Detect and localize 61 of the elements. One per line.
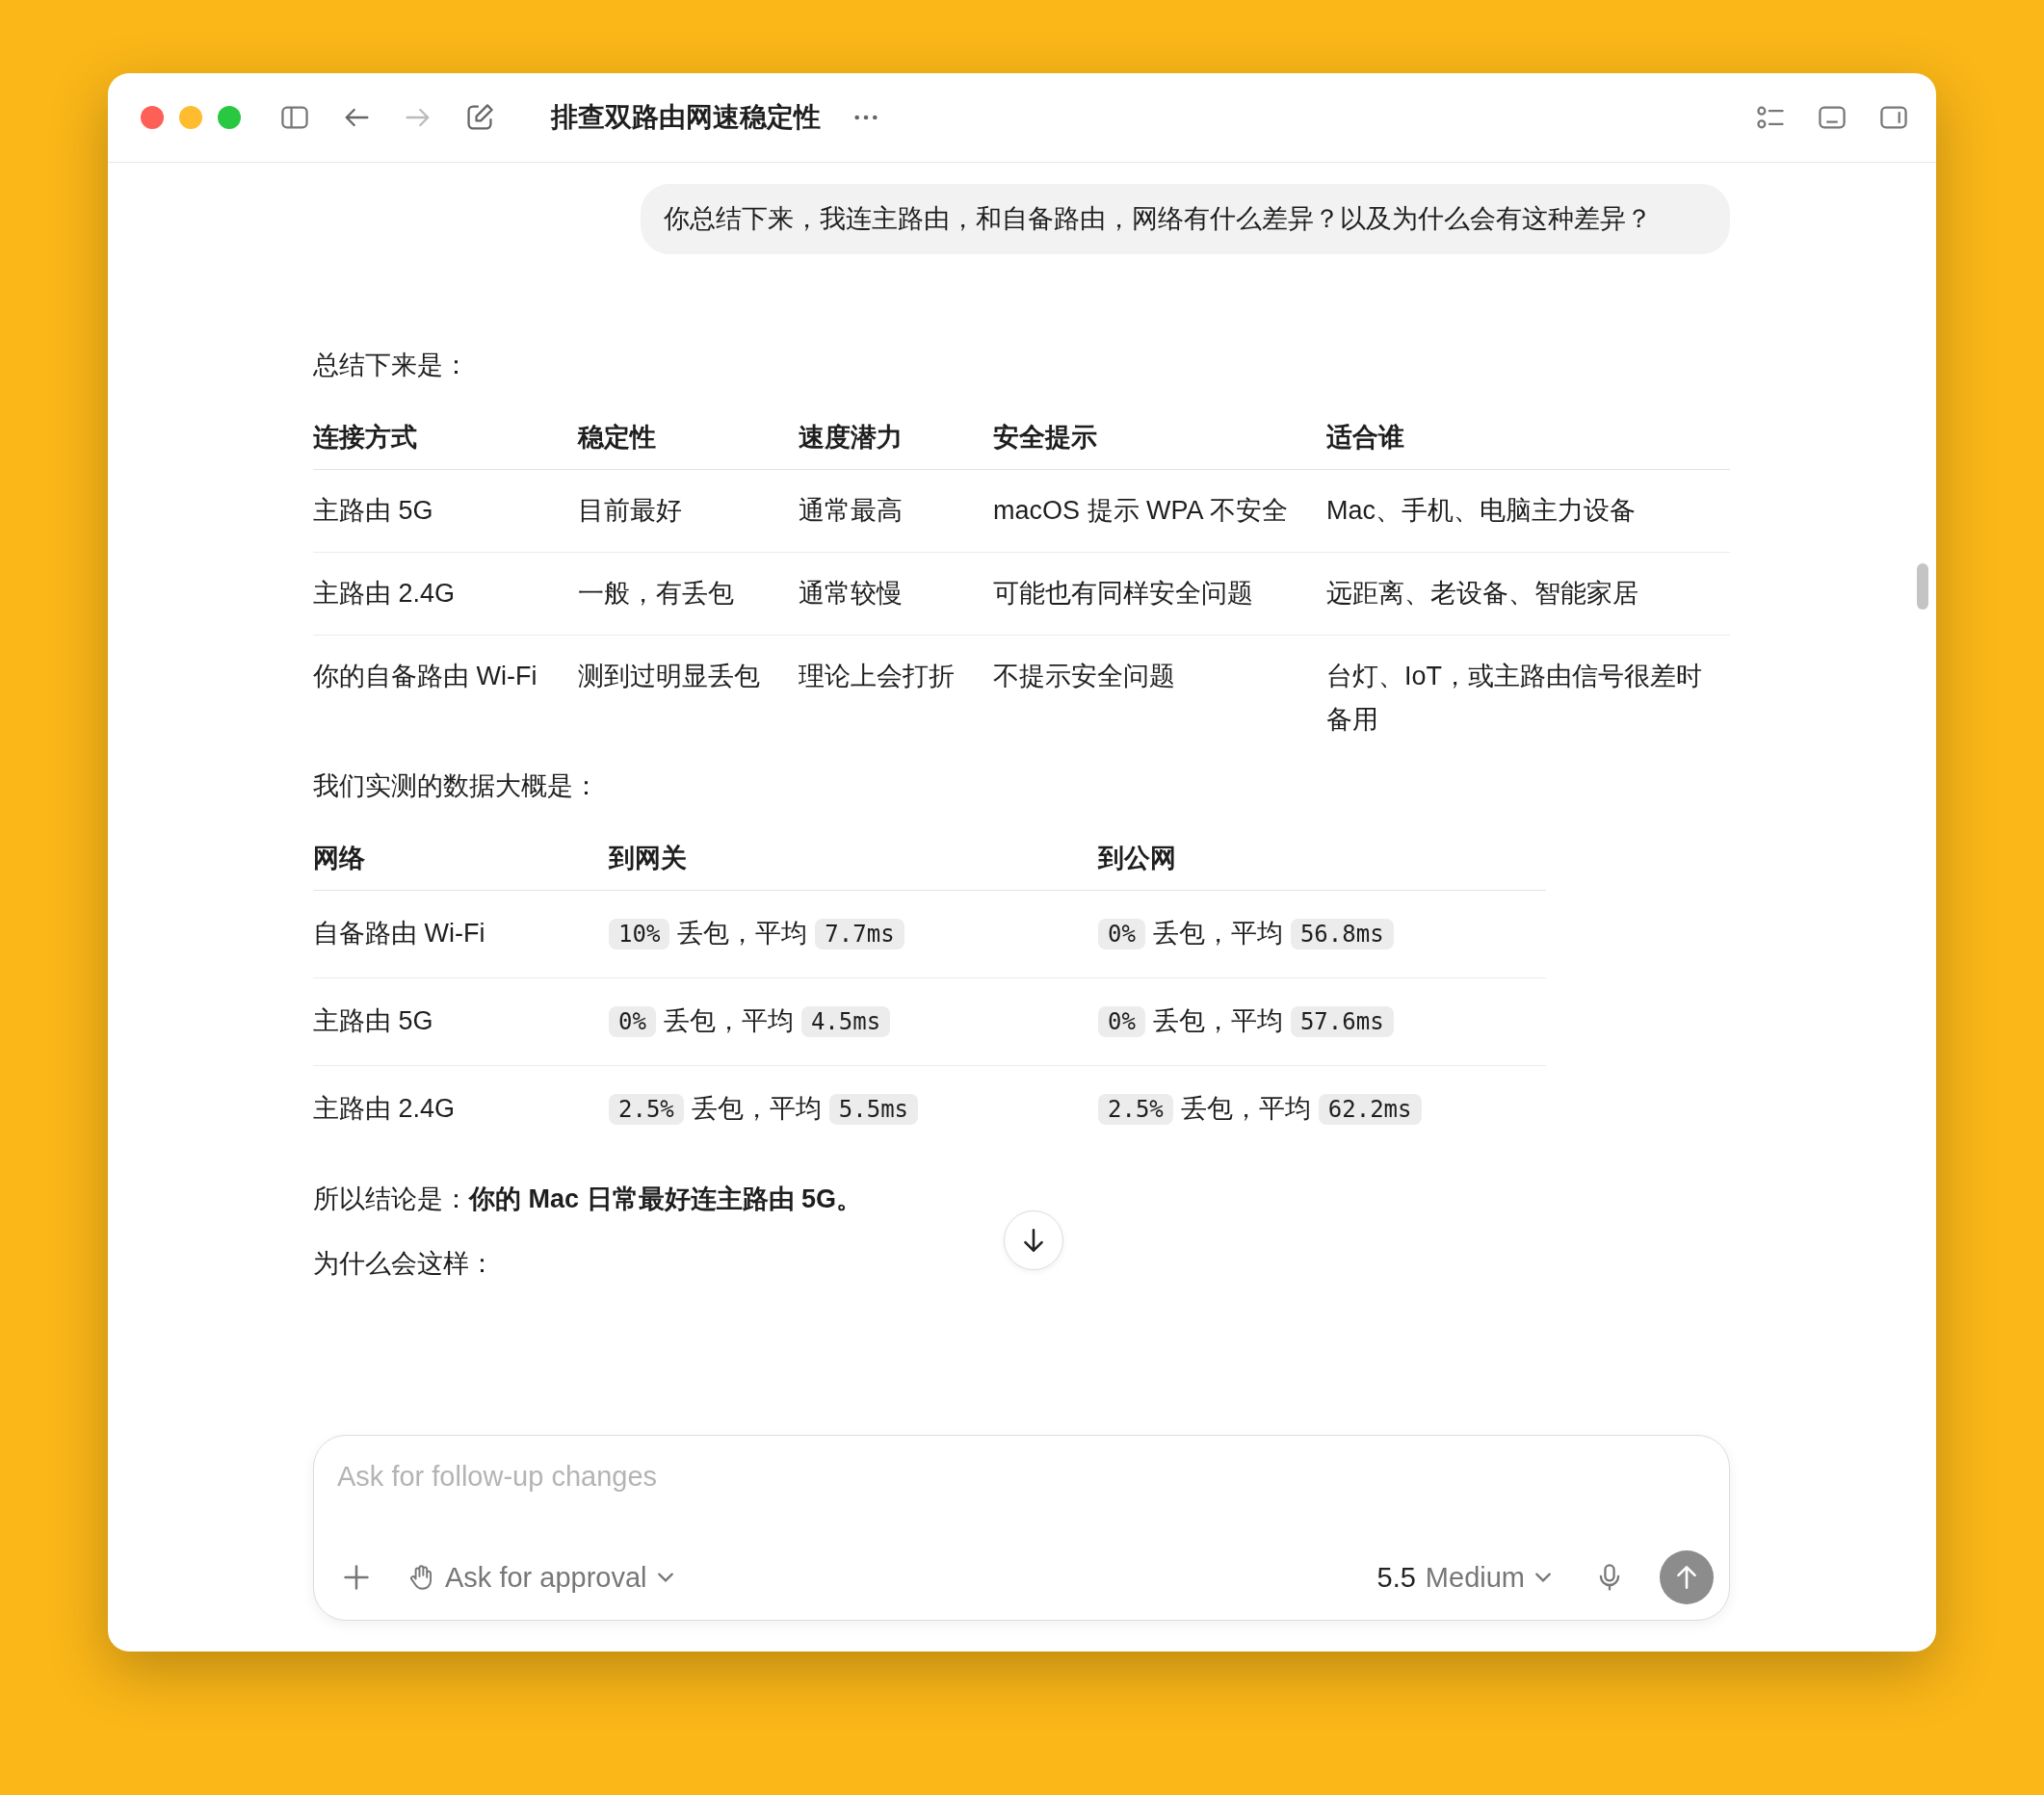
follow-up-input[interactable]: Ask for follow-up changes	[337, 1455, 1714, 1497]
table-cell: 主路由 2.4G	[313, 1065, 609, 1153]
table-cell: 远距离、老设备、智能家居	[1326, 552, 1730, 636]
code-value: 0%	[609, 1006, 656, 1037]
approval-dropdown[interactable]: Ask for approval	[406, 1561, 674, 1594]
table-cell: 通常最高	[799, 469, 993, 553]
code-value: 10%	[609, 919, 670, 950]
code-value: 2.5%	[609, 1094, 684, 1125]
table-cell: 主路由 5G	[313, 469, 578, 553]
table-cell: 你的自备路由 Wi-Fi	[313, 635, 578, 761]
cell-text: 丢包，平均	[663, 1006, 794, 1035]
why-heading: 为什么会这样：	[313, 1248, 496, 1280]
code-value: 5.5ms	[828, 1094, 919, 1125]
table-cell: macOS 提示 WPA 不安全	[993, 469, 1326, 553]
column-header: 稳定性	[578, 406, 799, 470]
code-value: 4.5ms	[800, 1006, 891, 1037]
cell-text: 丢包，平均	[691, 1094, 822, 1123]
table-cell: 一般，有丢包	[578, 552, 799, 636]
send-button[interactable]	[1660, 1550, 1714, 1604]
chevron-down-icon	[656, 1572, 674, 1583]
column-header: 到网关	[609, 827, 1098, 891]
code-value: 7.7ms	[815, 919, 904, 950]
more-icon[interactable]	[853, 114, 878, 121]
code-value: 2.5%	[1098, 1094, 1173, 1125]
table-cell: Mac、手机、电脑主力设备	[1326, 469, 1730, 553]
model-selector[interactable]: 5.5 Medium	[1376, 1561, 1552, 1594]
cell-text: 丢包，平均	[1152, 919, 1283, 948]
column-header: 网络	[313, 827, 609, 891]
code-value: 56.8ms	[1290, 919, 1394, 950]
table-cell: 主路由 2.4G	[313, 552, 578, 636]
user-message: 你总结下来，我连主路由，和自备路由，网络有什么差异？以及为什么会有这种差异？	[641, 184, 1730, 254]
chevron-down-icon	[1534, 1572, 1552, 1583]
close-button[interactable]	[141, 106, 164, 129]
plus-icon[interactable]	[341, 1562, 372, 1593]
column-header: 到公网	[1098, 827, 1546, 891]
table-cell: 通常较慢	[799, 552, 993, 636]
compose-icon[interactable]	[464, 102, 495, 133]
column-header: 安全提示	[993, 406, 1326, 470]
table-cell: 测到过明显丢包	[578, 635, 799, 761]
cell-text: 丢包，平均	[1180, 1094, 1311, 1123]
code-value: 62.2ms	[1318, 1094, 1422, 1125]
code-value: 0%	[1098, 1006, 1145, 1037]
cell-text: 丢包，平均	[1152, 1006, 1283, 1035]
column-header: 适合谁	[1326, 406, 1730, 470]
table-cell: 自备路由 Wi-Fi	[313, 890, 609, 978]
cell-text: 丢包，平均	[677, 919, 808, 948]
window-title: 排查双路由网速稳定性	[551, 101, 821, 134]
scrollbar-thumb[interactable]	[1917, 563, 1928, 610]
table-cell: 台灯、IoT，或主路由信号很差时备用	[1326, 635, 1730, 761]
table-cell: 主路由 5G	[313, 977, 609, 1066]
code-value: 0%	[1098, 919, 1145, 950]
column-header: 连接方式	[313, 406, 578, 470]
column-header: 速度潜力	[799, 406, 993, 470]
table-cell: 目前最好	[578, 469, 799, 553]
measured-intro: 我们实测的数据大概是：	[313, 770, 600, 802]
table-cell: 理论上会打折	[799, 635, 993, 761]
conclusion-text: 所以结论是：你的 Mac 日常最好连主路由 5G。	[313, 1184, 864, 1215]
table-cell: 可能也有同样安全问题	[993, 552, 1326, 636]
summary-intro: 总结下来是：	[313, 350, 470, 381]
code-value: 57.6ms	[1290, 1006, 1394, 1037]
table-cell: 不提示安全问题	[993, 635, 1326, 761]
